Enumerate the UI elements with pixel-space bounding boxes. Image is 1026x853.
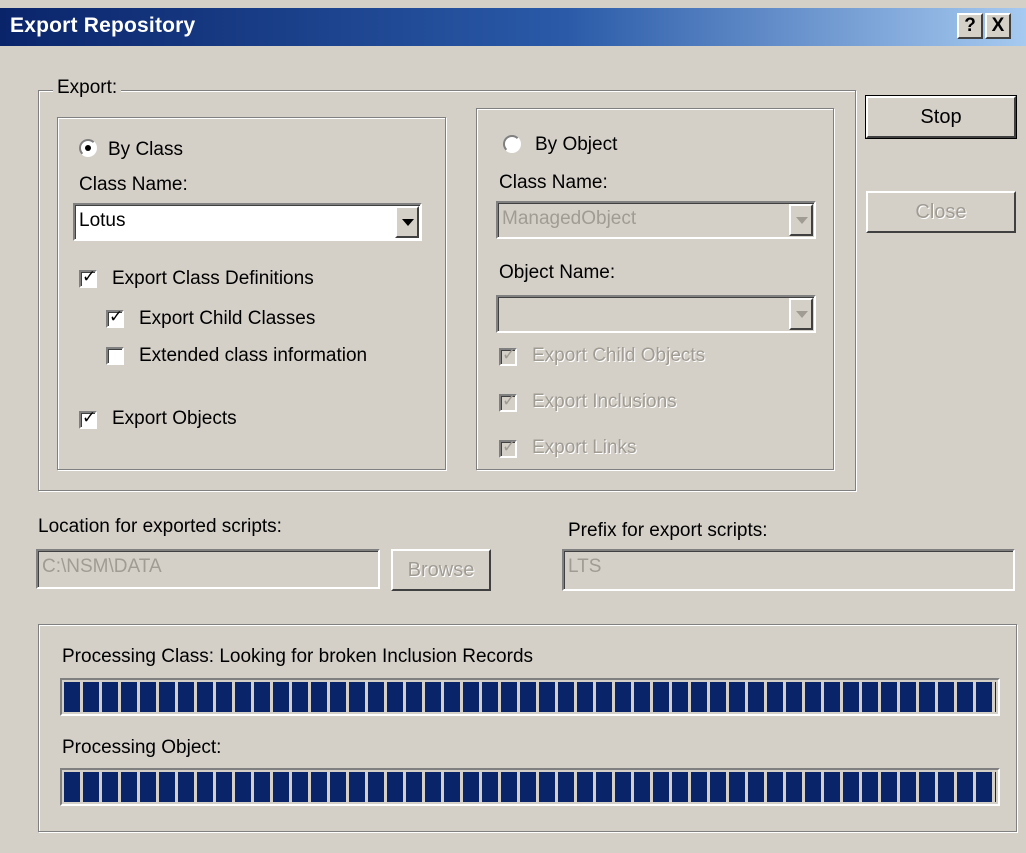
class-name-select[interactable]: Lotus	[73, 203, 422, 241]
processing-object-label: Processing Object:	[62, 737, 222, 758]
checkmark-icon: ✓	[109, 307, 124, 326]
location-input[interactable]: C:\NSM\DATA	[36, 549, 380, 589]
by-class-label[interactable]: By Class	[108, 139, 183, 161]
export-objects-label[interactable]: Export Objects	[112, 408, 237, 430]
processing-class-label: Processing Class: Looking for broken Inc…	[62, 646, 534, 667]
class-name-label: Class Name:	[79, 174, 188, 195]
checkmark-icon: ✓	[82, 267, 97, 286]
by-object-radio[interactable]	[503, 135, 521, 153]
help-button[interactable]: ?	[957, 13, 983, 39]
export-inclusions-checkbox[interactable]: ✓	[499, 391, 517, 412]
export-child-objects-checkbox[interactable]: ✓	[499, 345, 517, 366]
by-class-radio[interactable]	[79, 139, 97, 157]
checkmark-icon: ✓	[502, 391, 517, 410]
export-class-definitions-checkbox[interactable]: ✓	[79, 267, 97, 288]
prefix-value: LTS	[568, 556, 602, 577]
prefix-input[interactable]: LTS	[562, 549, 1015, 591]
chevron-down-icon[interactable]	[789, 298, 813, 330]
browse-button[interactable]: Browse	[391, 549, 491, 591]
radio-selected-dot	[85, 145, 91, 151]
by-object-label[interactable]: By Object	[535, 134, 617, 156]
export-inclusions-label[interactable]: Export Inclusions	[532, 391, 677, 413]
export-child-objects-label[interactable]: Export Child Objects	[532, 345, 705, 367]
processing-class-progress-fill	[64, 682, 996, 712]
export-child-classes-checkbox[interactable]: ✓	[106, 307, 124, 328]
stop-button[interactable]: Stop	[865, 95, 1017, 139]
checkmark-icon: ✓	[502, 437, 517, 456]
prefix-label: Prefix for export scripts:	[568, 520, 768, 541]
processing-object-progress-fill	[64, 772, 996, 802]
object-name-select[interactable]	[496, 295, 816, 333]
extended-class-information-label[interactable]: Extended class information	[139, 345, 367, 367]
location-value: C:\NSM\DATA	[42, 556, 162, 577]
dialog-title: Export Repository	[10, 14, 196, 37]
processing-object-progress-bar	[60, 768, 1000, 806]
export-class-definitions-label[interactable]: Export Class Definitions	[112, 268, 314, 290]
object-class-name-select[interactable]: ManagedObject	[496, 201, 816, 239]
object-class-name-value: ManagedObject	[502, 208, 637, 229]
close-window-button[interactable]: X	[985, 13, 1011, 39]
export-links-label[interactable]: Export Links	[532, 437, 637, 459]
export-group-legend: Export:	[53, 77, 122, 99]
export-objects-checkbox[interactable]: ✓	[79, 408, 97, 429]
class-name-value: Lotus	[79, 210, 126, 231]
object-class-name-label: Class Name:	[499, 172, 608, 193]
by-object-panel	[476, 108, 834, 470]
checkmark-icon: ✓	[502, 345, 517, 364]
close-button[interactable]: Close	[866, 191, 1016, 233]
location-label: Location for exported scripts:	[38, 516, 282, 537]
export-repository-dialog: Export Repository ? X Export: By Class C…	[0, 0, 1026, 853]
export-links-checkbox[interactable]: ✓	[499, 437, 517, 458]
export-child-classes-label[interactable]: Export Child Classes	[139, 308, 315, 330]
extended-class-information-checkbox[interactable]	[106, 347, 124, 365]
processing-class-progress-bar	[60, 678, 1000, 716]
chevron-down-icon[interactable]	[789, 204, 813, 236]
title-bar[interactable]: Export Repository ? X	[0, 8, 1026, 46]
checkmark-icon: ✓	[82, 408, 97, 427]
object-name-label: Object Name:	[499, 262, 616, 283]
chevron-down-icon[interactable]	[395, 206, 419, 238]
